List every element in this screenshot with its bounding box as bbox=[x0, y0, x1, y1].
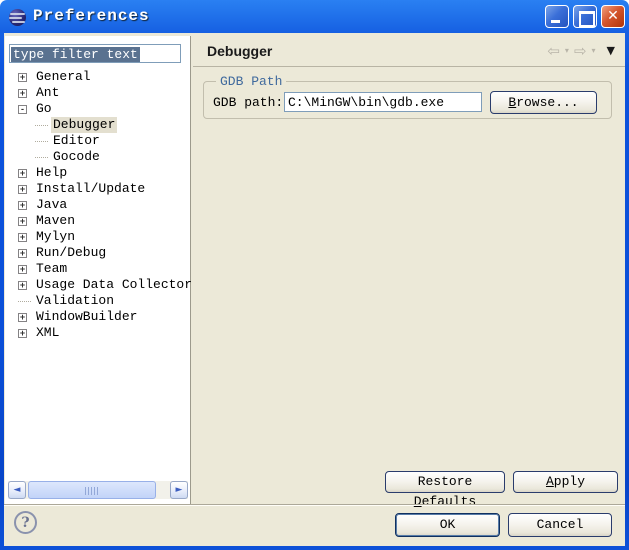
expand-icon[interactable]: + bbox=[18, 313, 27, 322]
apply-button[interactable]: Apply bbox=[513, 471, 618, 493]
expand-icon[interactable]: + bbox=[18, 217, 27, 226]
window-title: Preferences bbox=[33, 6, 150, 26]
scroll-right-button[interactable]: ► bbox=[170, 481, 188, 499]
tree-item-label: Install/Update bbox=[34, 181, 147, 197]
tree-item-mylyn[interactable]: + Mylyn bbox=[5, 229, 190, 245]
tree-branch-line bbox=[18, 301, 31, 302]
tree-item-label: Ant bbox=[34, 85, 61, 101]
scroll-left-icon: ◄ bbox=[14, 485, 21, 495]
tree-item-label: Run/Debug bbox=[34, 245, 108, 261]
tree-branch-line bbox=[35, 141, 48, 142]
header-nav: ⇦ ▾ ⇨ ▾ ▼ bbox=[547, 43, 615, 59]
close-button[interactable]: ✕ bbox=[601, 5, 625, 28]
scroll-right-icon: ► bbox=[176, 485, 183, 495]
titlebar[interactable]: Preferences ✕ bbox=[0, 0, 629, 33]
tree-item-run-debug[interactable]: + Run/Debug bbox=[5, 245, 190, 261]
gdb-path-label: GDB path: bbox=[213, 93, 283, 113]
tree-hscrollbar[interactable]: ◄ ► bbox=[8, 481, 188, 499]
tree-item-label: Team bbox=[34, 261, 69, 277]
dialog-content: type filter text +General+Ant-GoDebugger… bbox=[4, 33, 625, 546]
minimize-button[interactable] bbox=[545, 5, 569, 28]
tree-item-java[interactable]: + Java bbox=[5, 197, 190, 213]
tree-item-label: Go bbox=[34, 101, 54, 117]
settings-panel: Debugger ⇦ ▾ ⇨ ▾ ▼ GDB Path GDB path: Br… bbox=[193, 33, 625, 504]
cancel-button[interactable]: Cancel bbox=[508, 513, 612, 537]
tree-item-label: Validation bbox=[34, 293, 116, 309]
scrollbar-track[interactable] bbox=[26, 481, 170, 499]
tree-item-label: XML bbox=[34, 325, 61, 341]
gdb-path-group: GDB Path GDB path: Browse... bbox=[203, 81, 612, 119]
tree-item-label: General bbox=[34, 69, 93, 85]
filter-text-selected: type filter text bbox=[11, 47, 140, 62]
tree-branch-line bbox=[35, 125, 48, 126]
tree-item-xml[interactable]: + XML bbox=[5, 325, 190, 341]
tree-item-label: Gocode bbox=[51, 149, 102, 165]
tree-item-editor[interactable]: Editor bbox=[5, 133, 190, 149]
gdb-path-input[interactable] bbox=[284, 92, 482, 112]
tree-item-maven[interactable]: + Maven bbox=[5, 213, 190, 229]
forward-icon[interactable]: ⇨ bbox=[574, 43, 587, 59]
tree-item-usage-data-collector[interactable]: +Usage Data Collector bbox=[5, 277, 190, 293]
view-menu-icon[interactable]: ▼ bbox=[607, 43, 615, 59]
tree-item-go[interactable]: -Go bbox=[5, 101, 190, 117]
help-button[interactable]: ? bbox=[14, 511, 37, 534]
preferences-dialog: Preferences ✕ type filter text +General+… bbox=[0, 0, 629, 550]
expand-icon[interactable]: + bbox=[18, 73, 27, 82]
tree-panel: type filter text + General + Ant-GoDebugger… bbox=[5, 36, 191, 504]
expand-icon[interactable]: + bbox=[18, 281, 27, 290]
browse-button[interactable]: Browse... bbox=[490, 91, 597, 114]
tree-branch-line bbox=[35, 157, 48, 158]
forward-dropdown-icon[interactable]: ▾ bbox=[592, 43, 596, 59]
expand-icon[interactable]: + bbox=[18, 201, 27, 210]
tree-item-label: Help bbox=[34, 165, 69, 181]
tree-item-gocode[interactable]: Gocode bbox=[5, 149, 190, 165]
page-header: Debugger ⇦ ▾ ⇨ ▾ ▼ bbox=[193, 33, 625, 67]
expand-icon[interactable]: + bbox=[18, 185, 27, 194]
tree-item-label: Debugger bbox=[51, 117, 117, 133]
tree-item-validation[interactable]: Validation bbox=[5, 293, 190, 309]
scroll-left-button[interactable]: ◄ bbox=[8, 481, 26, 499]
filter-input[interactable]: type filter text bbox=[9, 44, 181, 63]
tree-item-general[interactable]: + General bbox=[5, 69, 190, 85]
expand-icon[interactable]: + bbox=[18, 89, 27, 98]
back-icon[interactable]: ⇦ bbox=[547, 43, 560, 59]
tree-item-ant[interactable]: + Ant bbox=[5, 85, 190, 101]
tree-item-label: Java bbox=[34, 197, 69, 213]
tree-item-label: Mylyn bbox=[34, 229, 77, 245]
expand-icon[interactable]: + bbox=[18, 265, 27, 274]
back-dropdown-icon[interactable]: ▾ bbox=[565, 43, 569, 59]
tree-item-label: WindowBuilder bbox=[34, 309, 139, 325]
thumb-grip-icon bbox=[85, 487, 99, 495]
close-icon: ✕ bbox=[607, 8, 619, 24]
restore-defaults-button[interactable]: Restore Defaults bbox=[385, 471, 505, 493]
tree-item-label: Maven bbox=[34, 213, 77, 229]
eclipse-logo-icon bbox=[9, 9, 26, 26]
collapse-icon[interactable]: - bbox=[18, 105, 27, 114]
maximize-button[interactable] bbox=[573, 5, 597, 28]
tree-item-debugger[interactable]: Debugger bbox=[5, 117, 190, 133]
group-title: GDB Path bbox=[216, 74, 286, 89]
scrollbar-thumb[interactable] bbox=[28, 481, 156, 499]
expand-icon[interactable]: + bbox=[18, 233, 27, 242]
question-icon: ? bbox=[21, 515, 29, 531]
ok-button[interactable]: OK bbox=[395, 513, 500, 537]
expand-icon[interactable]: + bbox=[18, 249, 27, 258]
page-title: Debugger bbox=[207, 43, 272, 59]
tree-item-windowbuilder[interactable]: + WindowBuilder bbox=[5, 309, 190, 325]
expand-icon[interactable]: + bbox=[18, 169, 27, 178]
expand-icon[interactable]: + bbox=[18, 329, 27, 338]
preferences-tree: + General + Ant-GoDebuggerEditorGocode + Help… bbox=[5, 69, 190, 341]
footer-separator bbox=[4, 504, 625, 506]
tree-item-help[interactable]: + Help bbox=[5, 165, 190, 181]
tree-item-install-update[interactable]: + Install/Update bbox=[5, 181, 190, 197]
tree-item-label: Usage Data Collector bbox=[34, 277, 194, 293]
tree-item-label: Editor bbox=[51, 133, 102, 149]
tree-item-team[interactable]: + Team bbox=[5, 261, 190, 277]
